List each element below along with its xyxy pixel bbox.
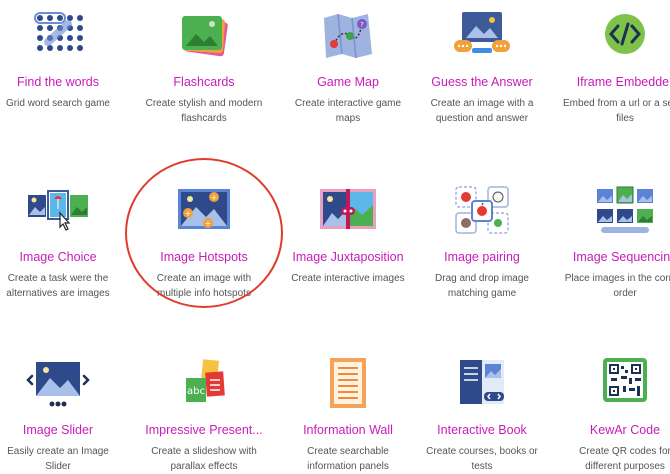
- card-game-map[interactable]: ? Game Map Create interactive game maps: [281, 8, 415, 126]
- image-juxtaposition-icon: [320, 189, 376, 229]
- card-guess-the-answer[interactable]: Guess the Answer Create an image with a …: [415, 8, 549, 126]
- game-map-icon: ?: [324, 13, 372, 59]
- card-flashcards[interactable]: Flashcards Create stylish and modern fla…: [137, 8, 271, 126]
- card-iframe-embedder[interactable]: Iframe Embedder Embed from a url or a se…: [558, 8, 670, 126]
- image-pairing-icon: [455, 186, 509, 234]
- svg-text:?: ?: [360, 21, 364, 29]
- svg-text:+: +: [185, 209, 192, 218]
- interactive-book-icon: [460, 360, 504, 404]
- qr-code-icon: [603, 358, 647, 402]
- card-description: Create interactive images: [291, 273, 405, 284]
- flashcards-icon: [182, 16, 228, 57]
- card-description: Place images in the correct order: [564, 273, 670, 299]
- card-title: Guess the Answer: [431, 75, 533, 89]
- svg-text:+: +: [205, 219, 212, 228]
- code-embed-icon: [605, 14, 645, 54]
- card-image-sequencing[interactable]: Image Sequencing Place images in the cor…: [558, 183, 670, 301]
- svg-text:+: +: [211, 193, 218, 202]
- svg-text:abc: abc: [187, 386, 205, 397]
- card-description: Create a slideshow with parallax effects: [151, 446, 257, 472]
- image-sequencing-icon: [597, 186, 653, 233]
- card-title: Find the words: [17, 75, 99, 89]
- card-image-pairing[interactable]: Image pairing Drag and drop image matchi…: [415, 183, 549, 301]
- card-image-choice[interactable]: Image Choice Create a task were the alte…: [0, 183, 125, 301]
- card-title: Information Wall: [303, 423, 393, 437]
- card-description: Create an image with a question and answ…: [430, 98, 534, 124]
- card-description: Easily create an Image Slider: [7, 446, 109, 472]
- card-title: Image Choice: [19, 250, 97, 264]
- card-description: Create QR codes for different purposes: [579, 446, 670, 472]
- grid-dots-icon: [34, 12, 83, 51]
- card-impressive-presentation[interactable]: abc Impressive Present... Create a slide…: [137, 356, 271, 474]
- card-title: Image pairing: [444, 250, 520, 264]
- card-description: Create courses, books or tests: [426, 446, 538, 472]
- card-title: Impressive Present...: [145, 423, 263, 437]
- card-title: Image Juxtaposition: [292, 250, 404, 264]
- card-title: KewAr Code: [589, 423, 661, 437]
- card-title: Image Hotspots: [160, 250, 248, 264]
- card-title: Image Sequencing: [572, 250, 670, 264]
- information-wall-icon: [330, 358, 366, 408]
- card-description: Embed from a url or a set of files: [563, 98, 670, 124]
- card-description: Grid word search game: [6, 98, 110, 109]
- card-title: Interactive Book: [437, 423, 527, 437]
- image-hotspots-icon: + + +: [178, 189, 230, 229]
- card-image-juxtaposition[interactable]: Image Juxtaposition Create interactive i…: [281, 183, 415, 286]
- card-title: Game Map: [317, 75, 379, 89]
- card-description: Create stylish and modern flashcards: [145, 98, 263, 124]
- image-slider-icon: [26, 362, 90, 407]
- card-image-hotspots[interactable]: + + + Image Hotspots Create an image wit…: [137, 183, 271, 301]
- card-title: Iframe Embedder: [576, 75, 670, 89]
- card-interactive-book[interactable]: Interactive Book Create courses, books o…: [415, 356, 549, 474]
- card-title: Image Slider: [22, 423, 94, 437]
- card-description: Drag and drop image matching game: [435, 273, 529, 299]
- card-title: Flashcards: [173, 75, 235, 89]
- card-information-wall[interactable]: Information Wall Create searchable infor…: [281, 356, 415, 474]
- guess-answer-icon: [454, 12, 510, 53]
- card-image-slider[interactable]: Image Slider Easily create an Image Slid…: [0, 356, 125, 474]
- card-description: Create searchable information panels: [307, 446, 389, 472]
- image-choice-icon: [28, 190, 88, 231]
- card-description: Create an image with multiple info hotsp…: [156, 273, 252, 299]
- impressive-presentation-icon: abc: [186, 359, 225, 402]
- card-description: Create a task were the alternatives are …: [6, 273, 110, 299]
- card-find-the-words[interactable]: Find the words Grid word search game: [0, 8, 125, 111]
- content-type-grid: Find the words Grid word search game Fla…: [0, 0, 670, 474]
- card-kewar-code[interactable]: KewAr Code Create QR codes for different…: [558, 356, 670, 474]
- card-description: Create interactive game maps: [294, 98, 402, 124]
